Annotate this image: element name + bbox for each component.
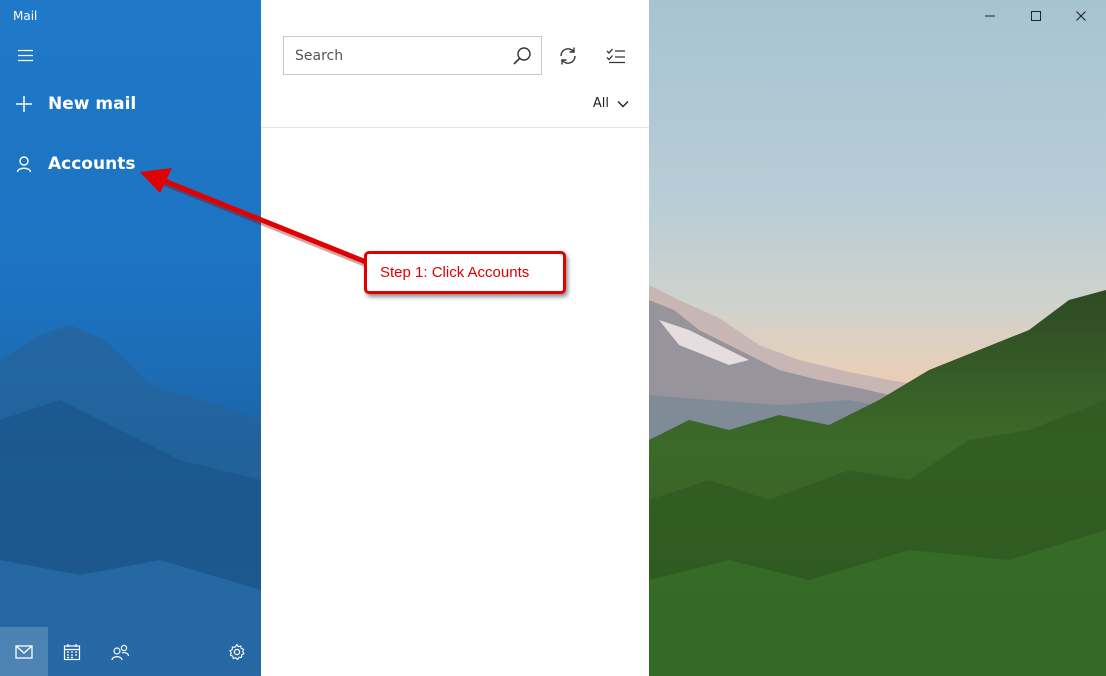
minimize-button[interactable]: [967, 0, 1013, 32]
close-button[interactable]: [1058, 0, 1104, 32]
hamburger-menu-button[interactable]: [12, 42, 40, 70]
mail-icon: [15, 644, 33, 659]
selection-mode-button[interactable]: [602, 42, 630, 70]
new-mail-button[interactable]: New mail: [0, 82, 261, 126]
person-icon: [16, 156, 32, 173]
search-icon: [513, 47, 531, 65]
search-button[interactable]: [511, 45, 533, 71]
app-title: Mail: [13, 9, 38, 23]
accounts-button[interactable]: Accounts: [0, 142, 261, 186]
search-input[interactable]: Search: [295, 48, 343, 64]
message-list-pane: Search All: [261, 0, 649, 676]
settings-icon: [229, 643, 245, 660]
people-switch-button[interactable]: [96, 627, 144, 676]
hamburger-icon: [18, 49, 33, 62]
sidebar: Mail New mail Accounts: [0, 0, 261, 676]
calendar-icon: [63, 643, 81, 660]
sync-button[interactable]: [554, 42, 582, 70]
sidebar-bottom-bar: [0, 627, 261, 676]
mail-switch-button[interactable]: [0, 627, 48, 676]
sync-icon: [560, 47, 576, 65]
people-icon: [111, 644, 130, 660]
settings-button[interactable]: [213, 627, 261, 676]
search-box[interactable]: Search: [283, 36, 542, 75]
checklist-icon: [606, 48, 625, 64]
minimize-icon: [985, 15, 995, 17]
annotation-text: Step 1: Click Accounts: [380, 264, 530, 281]
filter-label: All: [592, 96, 609, 111]
close-icon: [1076, 11, 1086, 21]
list-divider: [261, 127, 649, 128]
chevron-down-icon: [617, 100, 629, 107]
reading-pane-background: [649, 0, 1106, 676]
maximize-icon: [1031, 11, 1041, 21]
calendar-switch-button[interactable]: [48, 627, 96, 676]
annotation-callout: Step 1: Click Accounts: [364, 251, 566, 294]
maximize-button[interactable]: [1013, 0, 1059, 32]
landscape-image: [649, 0, 1106, 676]
plus-icon: [16, 96, 32, 112]
accounts-label: Accounts: [48, 154, 136, 174]
filter-dropdown[interactable]: All: [593, 96, 629, 111]
new-mail-label: New mail: [48, 94, 137, 114]
